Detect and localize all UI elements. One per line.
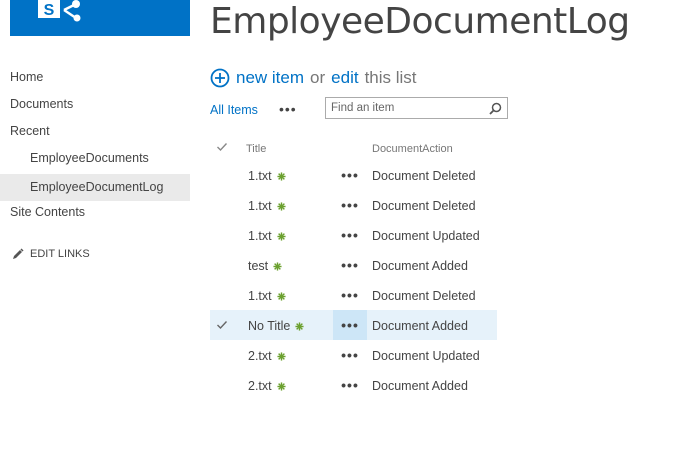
row-checkmark-icon[interactable]: [216, 319, 228, 331]
list-row[interactable]: 2.txt ••• Document Added: [210, 370, 500, 400]
edit-links-button[interactable]: EDIT LINKS: [0, 240, 190, 267]
item-title-link[interactable]: 2.txt: [248, 379, 272, 393]
view-all-items[interactable]: All Items: [210, 103, 258, 117]
column-header-title[interactable]: Title: [246, 143, 266, 155]
svg-text:S: S: [44, 2, 55, 19]
row-title-cell: test: [248, 259, 282, 273]
row-checkmark-icon[interactable]: [216, 349, 228, 361]
search-input[interactable]: [331, 100, 481, 116]
list-row[interactable]: 1.txt ••• Document Updated: [210, 220, 500, 250]
row-checkmark-icon[interactable]: [216, 259, 228, 271]
or-label: or: [310, 68, 326, 87]
document-action-cell: Document Updated: [372, 229, 480, 243]
list-row[interactable]: 1.txt ••• Document Deleted: [210, 190, 500, 220]
row-title-cell: 2.txt: [248, 349, 286, 363]
item-title-link[interactable]: 2.txt: [248, 349, 272, 363]
item-menu-button[interactable]: •••: [333, 280, 367, 310]
list-row[interactable]: No Title ••• Document Added: [210, 310, 497, 340]
nav-item-site-contents[interactable]: Site Contents: [0, 201, 190, 228]
item-title-link[interactable]: 1.txt: [248, 289, 272, 303]
row-title-cell: 1.txt: [248, 229, 286, 243]
new-badge-icon: [277, 171, 286, 181]
nav-item-employee-document-log[interactable]: EmployeeDocumentLog: [0, 174, 190, 201]
document-action-cell: Document Added: [372, 259, 468, 273]
row-checkmark-icon[interactable]: [216, 169, 228, 181]
row-checkmark-icon[interactable]: [216, 229, 228, 241]
search-box: [325, 97, 508, 119]
item-title-link[interactable]: test: [248, 259, 268, 273]
item-title-link[interactable]: 1.txt: [248, 229, 272, 243]
quick-launch-nav: Home Documents Recent EmployeeDocuments …: [0, 66, 190, 267]
new-badge-icon: [277, 381, 286, 391]
document-action-cell: Document Deleted: [372, 169, 476, 183]
row-checkmark-icon[interactable]: [216, 379, 228, 391]
document-action-cell: Document Deleted: [372, 199, 476, 213]
row-title-cell: 1.txt: [248, 169, 286, 183]
list-row[interactable]: 1.txt ••• Document Deleted: [210, 160, 500, 190]
sharepoint-icon: S: [38, 0, 81, 22]
nav-item-recent[interactable]: Recent: [0, 120, 190, 147]
document-action-cell: Document Added: [372, 319, 468, 333]
sharepoint-logo[interactable]: S: [10, 0, 190, 36]
new-item-bar: new item or edit this list: [210, 66, 417, 90]
new-item-link[interactable]: new item: [236, 68, 304, 88]
row-checkmark-icon[interactable]: [216, 289, 228, 301]
document-action-cell: Document Updated: [372, 349, 480, 363]
item-title-link[interactable]: 1.txt: [248, 169, 272, 183]
plus-circle-icon[interactable]: [210, 68, 230, 88]
item-menu-button[interactable]: •••: [333, 370, 367, 400]
row-title-cell: 1.txt: [248, 289, 286, 303]
new-badge-icon: [273, 261, 282, 271]
new-badge-icon: [295, 321, 304, 331]
item-title-link[interactable]: No Title: [248, 319, 290, 333]
item-menu-button[interactable]: •••: [333, 340, 367, 370]
edit-links-label: EDIT LINKS: [30, 247, 90, 260]
more-views-button[interactable]: •••: [279, 101, 297, 117]
row-title-cell: No Title: [248, 319, 304, 333]
item-menu-button[interactable]: •••: [333, 250, 367, 280]
item-menu-button[interactable]: •••: [333, 190, 367, 220]
item-menu-button[interactable]: •••: [333, 160, 367, 190]
row-checkmark-icon[interactable]: [216, 199, 228, 211]
item-menu-button[interactable]: •••: [333, 220, 367, 250]
this-list-label: this list: [364, 68, 417, 87]
views-bar: All Items •••: [210, 97, 510, 123]
nav-item-home[interactable]: Home: [0, 66, 190, 93]
item-title-link[interactable]: 1.txt: [248, 199, 272, 213]
new-badge-icon: [277, 351, 286, 361]
magnifier-icon[interactable]: [489, 102, 502, 115]
list-view: Title DocumentAction 1.txt ••• Document …: [210, 138, 500, 400]
page-title: EmployeeDocumentLog: [210, 1, 630, 42]
nav-item-employee-documents[interactable]: EmployeeDocuments: [0, 147, 190, 174]
row-title-cell: 1.txt: [248, 199, 286, 213]
new-badge-icon: [277, 201, 286, 211]
item-menu-button[interactable]: •••: [333, 310, 367, 340]
list-row[interactable]: 2.txt ••• Document Updated: [210, 340, 500, 370]
new-badge-icon: [277, 231, 286, 241]
list-row[interactable]: test ••• Document Added: [210, 250, 500, 280]
document-action-cell: Document Added: [372, 379, 468, 393]
row-title-cell: 2.txt: [248, 379, 286, 393]
pencil-icon: [13, 247, 24, 259]
list-rows: 1.txt ••• Document Deleted 1.txt ••• Doc…: [210, 160, 500, 400]
select-all-checkmark-icon[interactable]: [216, 141, 228, 153]
list-row[interactable]: 1.txt ••• Document Deleted: [210, 280, 500, 310]
list-header: Title DocumentAction: [210, 138, 500, 160]
nav-item-documents[interactable]: Documents: [0, 93, 190, 120]
column-header-document-action[interactable]: DocumentAction: [372, 143, 453, 155]
edit-list-link[interactable]: edit: [331, 68, 358, 88]
document-action-cell: Document Deleted: [372, 289, 476, 303]
new-badge-icon: [277, 291, 286, 301]
